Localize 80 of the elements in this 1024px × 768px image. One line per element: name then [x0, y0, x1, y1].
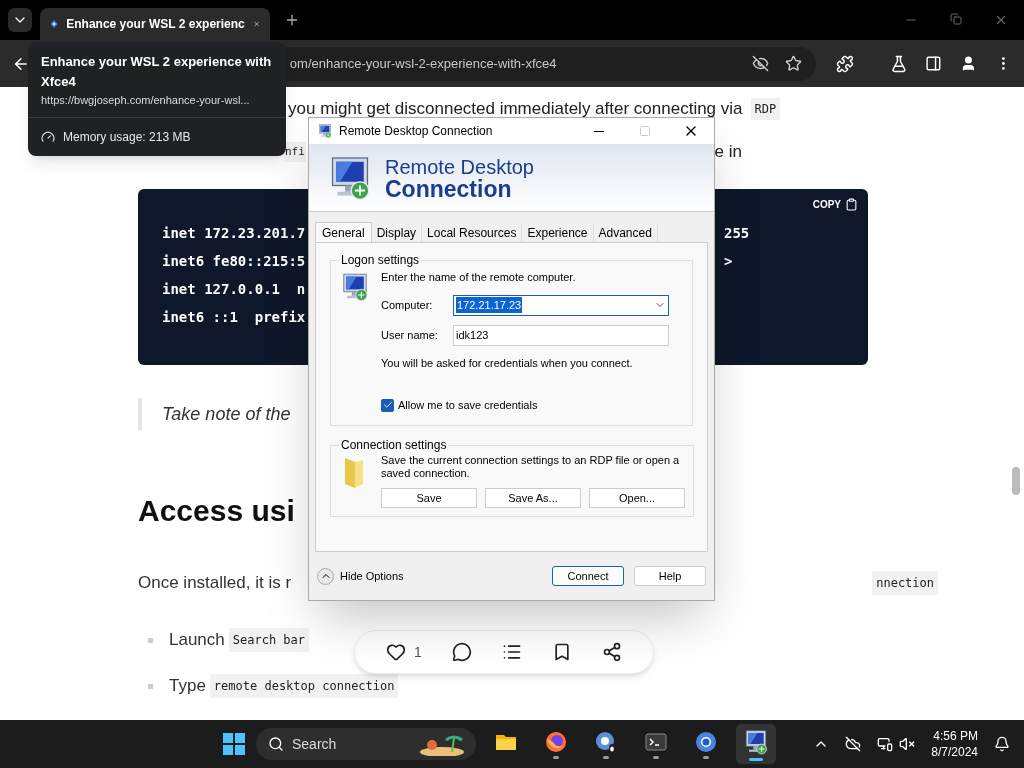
computer-value: 172.21.17.23 — [456, 296, 523, 314]
like-count: 1 — [414, 642, 422, 662]
credentials-note: You will be asked for credentials when you connect. — [381, 355, 634, 371]
start-icon[interactable] — [222, 732, 246, 756]
paragraph-text: e in — [714, 141, 742, 164]
tab[interactable]: General — [315, 222, 372, 242]
url-text: om/enhance-your-wsl-2-experience-with-xfce4 — [289, 54, 557, 73]
save-credentials-checkbox[interactable] — [381, 398, 394, 412]
inline-code: RDP — [750, 98, 781, 120]
quote-text: Take note of the — [162, 402, 291, 426]
list-item-text: Launch — [169, 629, 225, 652]
share-icon[interactable] — [601, 642, 622, 662]
window-title: Remote Desktop Connection — [339, 123, 493, 140]
banner-title: Remote Desktop — [385, 155, 534, 178]
inline-code: remote desktop connection — [209, 674, 399, 698]
network-icon[interactable] — [877, 736, 894, 752]
side-panel-icon[interactable] — [925, 55, 943, 72]
tab-list-button[interactable] — [8, 8, 32, 32]
minimize-icon — [594, 130, 604, 132]
code-line: inet 127.0.0.1 n — [162, 280, 306, 298]
list-item-text: Type — [169, 675, 206, 698]
tooltip-url: https://bwgjoseph.com/enhance-your-wsl... — [41, 93, 251, 108]
tab-title: Enhance your WSL 2 experienc — [66, 16, 245, 33]
close-icon[interactable] — [994, 13, 1008, 27]
banner-subtitle: Connection — [385, 177, 512, 200]
code-line: 255 — [724, 224, 751, 242]
notification-icon[interactable] — [994, 736, 1010, 752]
new-tab-icon[interactable] — [284, 12, 300, 28]
user-name-field[interactable]: idk123 — [453, 324, 669, 346]
code-line: > — [724, 252, 734, 270]
section-heading: Access usi — [138, 493, 295, 529]
inline-code: nfi — [284, 141, 306, 163]
group-label: Connection settings — [340, 437, 448, 454]
bookmark-star-icon[interactable] — [784, 55, 802, 72]
copy-button[interactable]: COPY — [812, 197, 858, 212]
check-icon — [382, 400, 393, 411]
instruction-text: Enter the name of the remote computer. — [381, 270, 577, 285]
comment-icon[interactable] — [451, 642, 472, 662]
taskbar-search[interactable]: Search — [256, 728, 476, 760]
bullet-icon — [148, 637, 153, 643]
inline-code: nnection — [872, 571, 938, 595]
inline-code: Search bar — [228, 628, 310, 652]
clipboard-icon — [845, 198, 858, 211]
dialog-button[interactable]: Open... — [589, 488, 685, 508]
mute-icon[interactable] — [899, 736, 916, 752]
browser-tab[interactable]: Enhance your WSL 2 experienc — [40, 8, 270, 40]
clock-time[interactable]: 4:56 PM — [933, 728, 978, 744]
bullet-icon — [148, 683, 153, 689]
paragraph-text: you might get disconnected immediately after connecting via — [288, 98, 743, 121]
search-icon — [268, 736, 284, 752]
help-button[interactable]: Help — [634, 566, 706, 586]
memory-usage: Memory usage: 213 MB — [63, 128, 191, 146]
gauge-icon — [41, 129, 55, 144]
dialog-button[interactable]: Save As... — [485, 488, 581, 508]
eye-off-icon[interactable] — [751, 55, 769, 72]
paragraph-text: Once installed, it is r — [138, 572, 292, 595]
code-line: inet 172.23.201.7 — [162, 224, 306, 242]
list-icon[interactable] — [501, 642, 522, 662]
connection-description: Save the current connection settings to an RDP file or open a saved connection. — [381, 454, 681, 480]
group-label: Logon settings — [340, 252, 421, 269]
taskbar-app[interactable] — [736, 724, 776, 764]
code-line: inet6 ::1 prefix — [162, 308, 306, 326]
connect-button[interactable]: Connect — [552, 566, 624, 586]
hide-options-button[interactable]: Hide Options — [317, 567, 404, 585]
clock-date[interactable]: 8/7/2024 — [931, 744, 978, 760]
app-icon — [317, 123, 333, 139]
cloud-off-icon[interactable] — [845, 736, 862, 752]
flask-icon[interactable] — [889, 54, 908, 73]
extensions-icon[interactable] — [835, 54, 854, 73]
browser-icon[interactable] — [694, 729, 718, 754]
firefox-icon[interactable] — [544, 729, 568, 754]
computer-combo-box[interactable]: 172.21.17.23 — [453, 294, 669, 316]
computer-label: Computer: — [381, 297, 434, 313]
scrollbar — [1012, 467, 1020, 495]
user-name-label: User name: — [381, 327, 439, 343]
dialog-button[interactable]: Save — [381, 488, 477, 508]
checkbox-label: Allow me to save credentials — [398, 398, 538, 413]
code-line: inet6 fe80::215:5 — [162, 252, 306, 270]
like-icon[interactable] — [386, 642, 406, 662]
maximize-icon — [639, 125, 651, 137]
